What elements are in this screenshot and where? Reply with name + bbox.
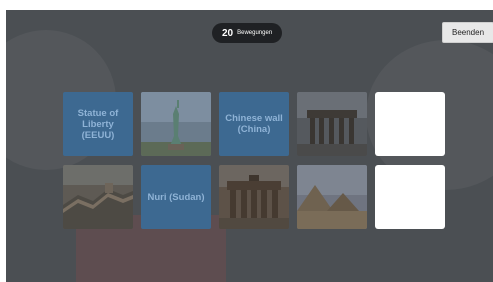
quit-button[interactable]: Beenden xyxy=(442,22,493,43)
card-label: Nuri (Sudan) xyxy=(147,191,205,203)
memory-card-photo[interactable] xyxy=(297,165,367,229)
game-board-overlay: 20 Bewegungen Beenden Statue of Liberty … xyxy=(6,10,493,282)
great-wall-photo xyxy=(63,165,133,229)
memory-card-photo[interactable] xyxy=(219,165,289,229)
memory-card-text[interactable]: Chinese wall (China) xyxy=(219,92,289,156)
moves-label: Bewegungen xyxy=(237,30,273,36)
memory-card-photo[interactable] xyxy=(141,92,211,156)
brandenburg-gate-photo xyxy=(297,92,367,156)
card-label: Statue of Liberty (EEUU) xyxy=(77,107,119,141)
brandenburg-gate-photo xyxy=(219,165,289,229)
memory-card-photo[interactable] xyxy=(297,92,367,156)
memory-card-text[interactable]: Nuri (Sudan) xyxy=(141,165,211,229)
memory-card-empty[interactable] xyxy=(375,165,445,229)
memory-card-photo[interactable] xyxy=(63,165,133,229)
memory-card-empty[interactable] xyxy=(375,92,445,156)
pyramids-photo xyxy=(297,165,367,229)
moves-counter: 20 Bewegungen xyxy=(212,23,283,43)
card-label: Chinese wall (China) xyxy=(225,113,283,135)
memory-card-text[interactable]: Statue of Liberty (EEUU) xyxy=(63,92,133,156)
moves-count: 20 xyxy=(222,27,234,39)
statue-of-liberty-photo xyxy=(141,92,211,156)
